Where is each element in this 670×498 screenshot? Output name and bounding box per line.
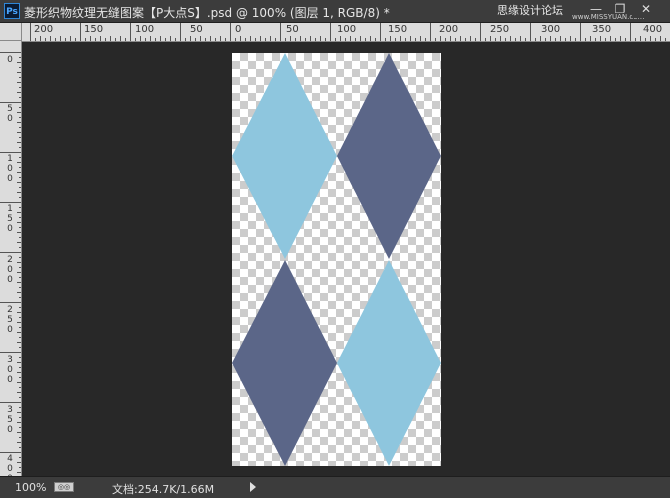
status-options-icon[interactable]: ◎◎ (54, 482, 74, 492)
status-menu-arrow-icon[interactable] (250, 482, 256, 492)
watermark-text: 思缘设计论坛 (497, 4, 563, 17)
vertical-ruler[interactable]: 0 50 100 150 200 250 300 350 400 (0, 41, 22, 476)
ruler-label: 150 (7, 204, 13, 234)
diamond-slate-blue-top (337, 53, 441, 259)
ruler-label: 350 (7, 405, 13, 435)
document-info: 文档:254.7K/1.66M (112, 483, 215, 496)
ruler-label: 400 (643, 24, 663, 35)
close-button[interactable]: ✕ (632, 0, 660, 18)
ruler-label: 350 (592, 24, 612, 35)
document-title: 菱形织物纹理无缝图案【P大点S】.psd @ 100% (图层 1, RGB/8… (24, 6, 390, 20)
status-bar: 100% ◎◎ 文档:254.7K/1.66M (0, 476, 670, 498)
ruler-label: 100 (337, 24, 357, 35)
diamond-light-blue-top (232, 53, 337, 259)
ruler-label: 50 (190, 24, 203, 35)
ruler-label: 400 (7, 454, 13, 476)
zoom-level[interactable]: 100% (15, 481, 46, 494)
title-bar: Ps 菱形织物纹理无缝图案【P大点S】.psd @ 100% (图层 1, RG… (0, 0, 670, 23)
horizontal-ruler[interactable]: 200 150 100 50 0 50 100 150 200 250 300 … (22, 23, 670, 42)
ruler-label: 50 (7, 104, 13, 124)
photoshop-app-icon[interactable]: Ps (4, 3, 20, 19)
ruler-label: 250 (490, 24, 510, 35)
document-canvas[interactable] (232, 53, 441, 466)
ruler-label: 200 (439, 24, 459, 35)
ruler-label: 50 (286, 24, 299, 35)
ruler-label: 200 (34, 24, 54, 35)
ruler-label: 150 (388, 24, 408, 35)
ruler-label: 200 (7, 255, 13, 285)
ruler-label: 100 (7, 154, 13, 184)
ruler-label: 100 (135, 24, 155, 35)
maximize-button[interactable]: ❐ (606, 0, 634, 18)
ruler-label: 300 (7, 355, 13, 385)
ruler-label: 0 (235, 24, 242, 35)
ruler-label: 0 (7, 55, 13, 65)
diamond-pattern (232, 53, 441, 466)
diamond-light-blue-bottom (337, 260, 441, 466)
ruler-origin[interactable] (0, 23, 22, 41)
diamond-slate-blue-bottom (232, 260, 337, 466)
ruler-label: 250 (7, 305, 13, 335)
ruler-label: 300 (541, 24, 561, 35)
ruler-label: 150 (84, 24, 104, 35)
